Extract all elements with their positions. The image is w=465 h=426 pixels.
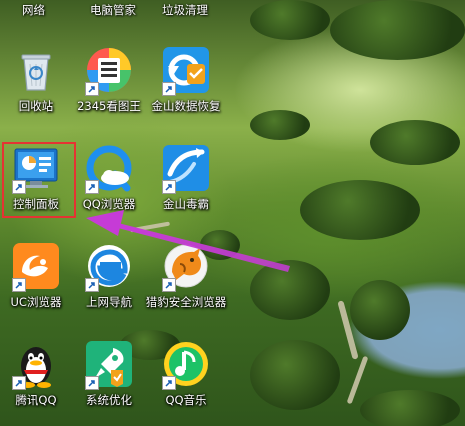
annotation-arrow (86, 210, 290, 272)
desktop-wallpaper: 网络 电脑管家 垃圾清理 回收站 2345看图王 金山数据恢复 控制面板 QQ浏… (0, 0, 465, 426)
